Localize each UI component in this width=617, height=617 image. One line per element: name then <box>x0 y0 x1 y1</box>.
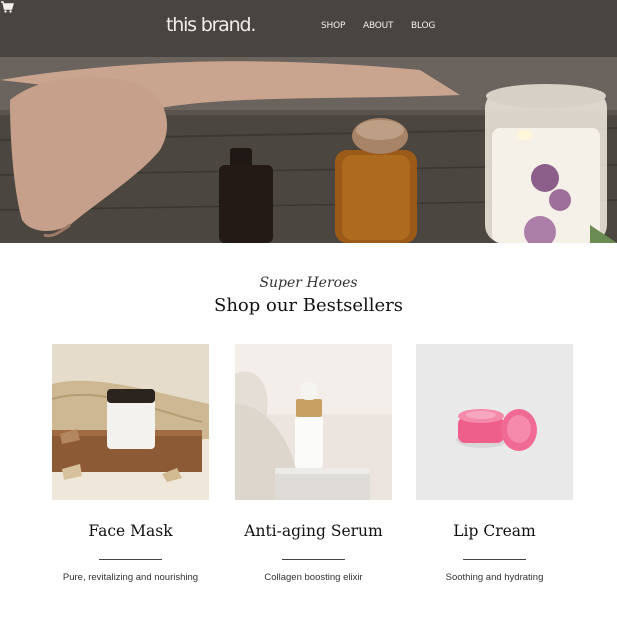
divider <box>463 559 526 560</box>
section-title: Shop our Bestsellers <box>213 295 403 316</box>
product-name[interactable]: Lip Cream <box>386 522 603 540</box>
divider <box>282 559 345 560</box>
brand-logo[interactable]: this brand. <box>166 14 256 36</box>
product-image-serum[interactable] <box>235 344 392 500</box>
nav-blog[interactable]: BLOG <box>411 21 435 31</box>
product-image-face-mask[interactable] <box>52 344 209 500</box>
product-card-face-mask[interactable]: Face Mask Pure, revitalizing and nourish… <box>52 344 209 583</box>
nav-shop[interactable]: SHOP <box>321 21 345 31</box>
nav-about[interactable]: ABOUT <box>363 21 394 31</box>
product-image-lip-cream[interactable] <box>416 344 573 500</box>
divider <box>99 559 162 560</box>
product-card-serum[interactable]: Anti-aging Serum Collagen boosting elixi… <box>235 344 392 583</box>
hero-banner: this brand. SHOP ABOUT BLOG <box>0 0 617 243</box>
product-description: Soothing and hydrating <box>445 572 544 583</box>
section-kicker: Super Heroes <box>259 275 358 291</box>
product-card-lip-cream[interactable]: Lip Cream Soothing and hydrating <box>416 344 573 583</box>
cart-icon[interactable] <box>0 0 14 14</box>
top-navigation: this brand. SHOP ABOUT BLOG <box>0 0 617 57</box>
